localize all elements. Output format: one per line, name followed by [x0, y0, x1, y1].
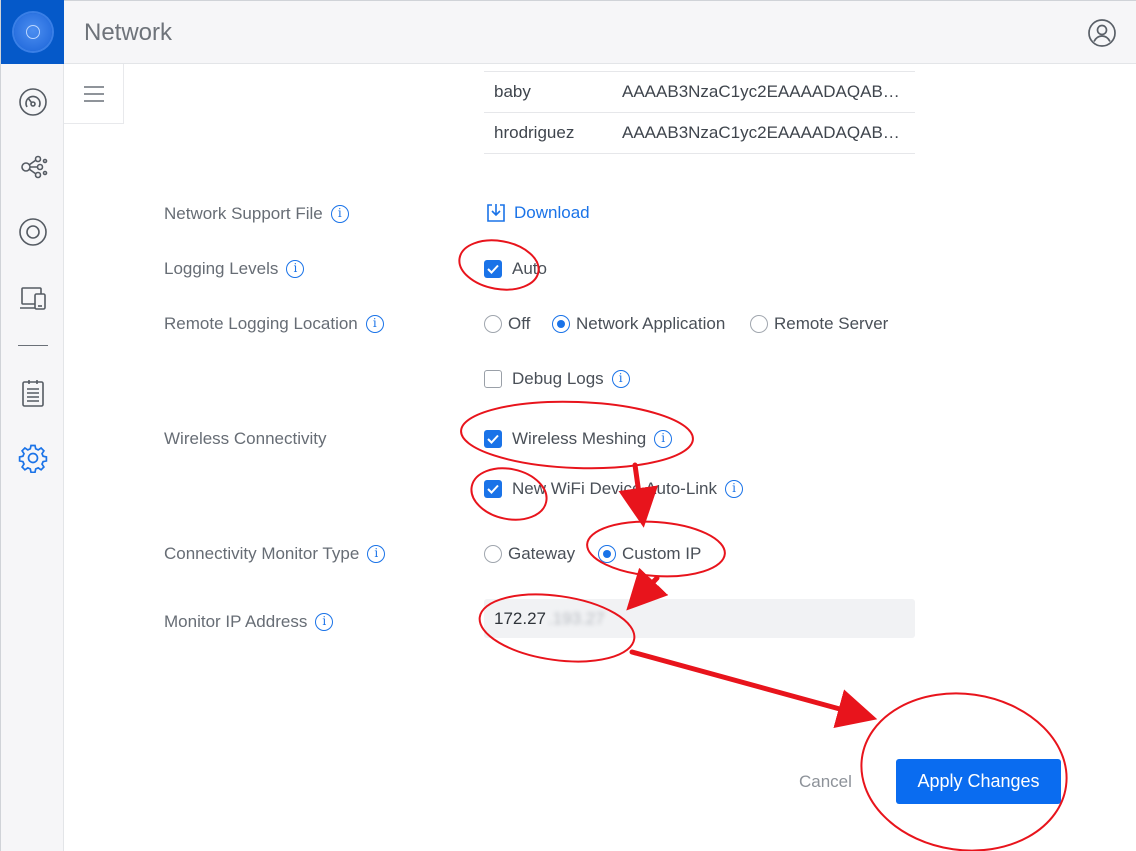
- support-file-label-text: Network Support File: [164, 204, 323, 223]
- ssh-key-user: baby: [494, 82, 531, 101]
- wireless-meshing-label: Wireless Meshing: [512, 429, 647, 448]
- page-title: Network: [84, 19, 173, 46]
- radio-custom-ip-label: Custom IP: [622, 544, 702, 563]
- menu-toggle[interactable]: [64, 64, 124, 124]
- monitor-type-label: Connectivity Monitor Type i: [164, 544, 386, 564]
- remote-logging-network-app-radio[interactable]: Network Application: [552, 314, 725, 334]
- radio-off-label: Off: [508, 314, 531, 333]
- table-row[interactable]: baby AAAAB3NzaC1yc2EAAAADAQABAAABAQ: [484, 71, 915, 112]
- remote-logging-off-radio[interactable]: Off: [484, 314, 530, 334]
- ssh-key-user: hrodriguez: [494, 123, 575, 142]
- monitor-ip-blurred: .193.27: [548, 608, 605, 628]
- remote-logging-remote-server-radio[interactable]: Remote Server: [750, 314, 888, 334]
- monitor-ip-value: 172.27: [494, 608, 546, 628]
- monitor-type-label-text: Connectivity Monitor Type: [164, 544, 360, 563]
- monitor-ip-input[interactable]: 172.27.193.27: [484, 599, 915, 638]
- user-circle-icon[interactable]: [1087, 18, 1117, 48]
- annotation-arrow: [629, 649, 878, 728]
- table-row[interactable]: hrodriguez AAAAB3NzaC1yc2EAAAADAQABAAABA…: [484, 112, 915, 154]
- debug-logs-label: Debug Logs: [512, 369, 604, 388]
- radio-network-app-label: Network Application: [576, 314, 726, 333]
- wireless-meshing-checkbox[interactable]: Wireless Meshing i: [484, 429, 673, 449]
- ssh-keys-table: baby AAAAB3NzaC1yc2EAAAADAQABAAABAQ hrod…: [484, 71, 915, 154]
- monitor-ip-label-text: Monitor IP Address: [164, 612, 308, 631]
- ssh-key-value: AAAAB3NzaC1yc2EAAAADAQABAAABAQ: [622, 82, 902, 101]
- remote-logging-label: Remote Logging Location i: [164, 314, 384, 334]
- annotation-arrow: [626, 567, 669, 611]
- radio-gateway-label: Gateway: [508, 544, 576, 563]
- radio-unselected-icon: [750, 315, 768, 333]
- monitor-gateway-radio[interactable]: Gateway: [484, 544, 575, 564]
- app-logo[interactable]: [1, 0, 65, 64]
- auto-link-checkbox[interactable]: New WiFi Device Auto-Link i: [484, 479, 744, 499]
- radio-selected-icon: [598, 545, 616, 563]
- logging-levels-label: Logging Levels i: [164, 259, 305, 279]
- ssh-key-value: AAAAB3NzaC1yc2EAAAADAQABAAABAQ: [622, 123, 902, 142]
- info-icon[interactable]: i: [611, 370, 630, 388]
- logging-levels-label-text: Logging Levels: [164, 259, 279, 278]
- info-icon[interactable]: i: [330, 205, 349, 223]
- wireless-connectivity-label: Wireless Connectivity: [164, 429, 327, 449]
- monitor-ip-label: Monitor IP Address i: [164, 612, 334, 632]
- monitor-custom-ip-radio[interactable]: Custom IP: [598, 544, 701, 564]
- radio-remote-server-label: Remote Server: [774, 314, 889, 333]
- checkbox-checked-icon: [484, 430, 502, 448]
- dashboard-icon[interactable]: [15, 84, 51, 120]
- info-icon[interactable]: i: [367, 545, 386, 563]
- radio-unselected-icon: [484, 545, 502, 563]
- topology-icon[interactable]: [15, 149, 51, 185]
- logging-auto-checkbox[interactable]: Auto: [484, 259, 547, 279]
- access-point-icon[interactable]: [15, 214, 51, 250]
- radio-unselected-icon: [484, 315, 502, 333]
- top-bar: Network: [64, 0, 1136, 64]
- info-icon[interactable]: i: [315, 613, 334, 631]
- remote-logging-label-text: Remote Logging Location: [164, 314, 358, 333]
- auto-link-label: New WiFi Device Auto-Link: [512, 479, 718, 498]
- info-icon[interactable]: i: [654, 430, 673, 448]
- checkbox-checked-icon: [484, 260, 502, 278]
- sidebar: [0, 0, 65, 851]
- info-icon[interactable]: i: [286, 260, 305, 278]
- hamburger-icon: [83, 85, 104, 102]
- nav-divider: [18, 345, 48, 346]
- checkbox-unchecked-icon: [484, 370, 502, 388]
- checkbox-checked-icon: [484, 480, 502, 498]
- wireless-connectivity-label-text: Wireless Connectivity: [164, 429, 327, 448]
- logging-auto-label: Auto: [512, 259, 547, 278]
- cancel-button[interactable]: Cancel: [799, 772, 852, 792]
- apply-changes-button[interactable]: Apply Changes: [896, 759, 1061, 804]
- download-icon: [487, 204, 505, 222]
- logs-icon[interactable]: [15, 375, 51, 411]
- info-icon[interactable]: i: [725, 480, 744, 498]
- download-link-label: Download: [514, 203, 590, 222]
- support-file-label: Network Support File i: [164, 204, 349, 224]
- gear-icon[interactable]: [15, 440, 51, 476]
- clients-icon[interactable]: [15, 280, 51, 316]
- radio-selected-icon: [552, 315, 570, 333]
- debug-logs-checkbox[interactable]: Debug Logs i: [484, 369, 630, 389]
- download-support-file-link[interactable]: Download: [486, 203, 590, 223]
- info-icon[interactable]: i: [365, 315, 384, 333]
